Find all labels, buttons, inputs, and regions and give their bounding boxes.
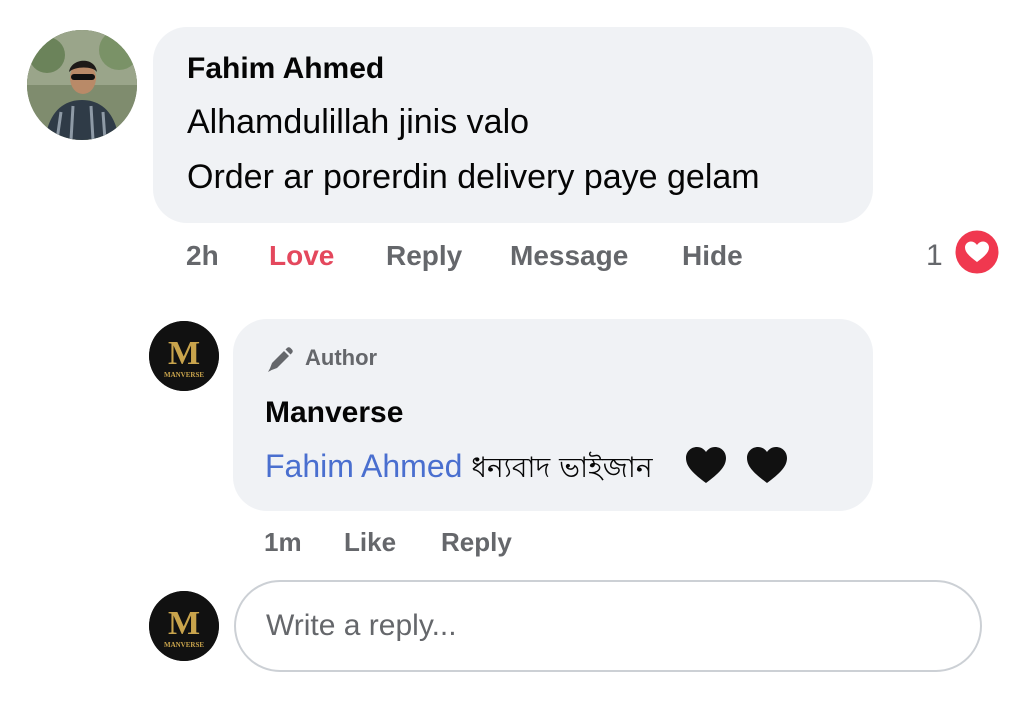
black-heart-icon: [747, 447, 788, 483]
reply-button[interactable]: Reply: [386, 239, 462, 273]
commenter-avatar[interactable]: [27, 30, 137, 140]
comment-timestamp[interactable]: 2h: [186, 239, 219, 273]
mention-link[interactable]: Fahim Ahmed: [265, 448, 462, 484]
reply-composer[interactable]: [234, 580, 982, 672]
hide-button[interactable]: Hide: [682, 239, 743, 273]
reply-to-reply-button[interactable]: Reply: [441, 526, 512, 558]
reaction-count[interactable]: 1: [926, 238, 943, 274]
reply-text: Fahim Ahmed ধন্যবাদ ভাইজান: [265, 445, 789, 489]
love-button[interactable]: Love: [269, 239, 334, 273]
heart-reaction-icon[interactable]: [954, 229, 1000, 275]
pen-icon: [265, 345, 295, 375]
manverse-logo: M MANVERSE: [149, 321, 219, 391]
comment-text-line-1: Alhamdulillah jinis valo: [187, 103, 530, 141]
logo-letter: M: [168, 335, 200, 372]
composer-avatar: M MANVERSE: [149, 591, 219, 661]
reply-input[interactable]: [266, 582, 946, 670]
profile-photo: [27, 30, 137, 140]
brand-avatar[interactable]: M MANVERSE: [149, 321, 219, 391]
black-heart-icon: [686, 447, 727, 483]
logo-letter: M: [168, 605, 200, 642]
author-badge: Author: [305, 345, 378, 370]
message-button[interactable]: Message: [510, 239, 628, 273]
comment-bubble: Fahim Ahmed Alhamdulillah jinis valo Ord…: [153, 27, 873, 223]
reply-author-name[interactable]: Manverse: [265, 395, 403, 431]
logo-name: MANVERSE: [164, 371, 204, 379]
manverse-logo: M MANVERSE: [149, 591, 219, 661]
logo-name: MANVERSE: [164, 641, 204, 649]
comment-text-line-2: Order ar porerdin delivery paye gelam: [187, 158, 760, 196]
reply-timestamp[interactable]: 1m: [264, 526, 302, 558]
reply-bubble: Author Manverse Fahim Ahmed ধন্যবাদ ভাইজ…: [233, 319, 873, 511]
like-button[interactable]: Like: [344, 526, 396, 558]
reply-message: ধন্যবাদ ভাইজান: [471, 451, 653, 484]
comment-author-name[interactable]: Fahim Ahmed: [187, 51, 384, 87]
